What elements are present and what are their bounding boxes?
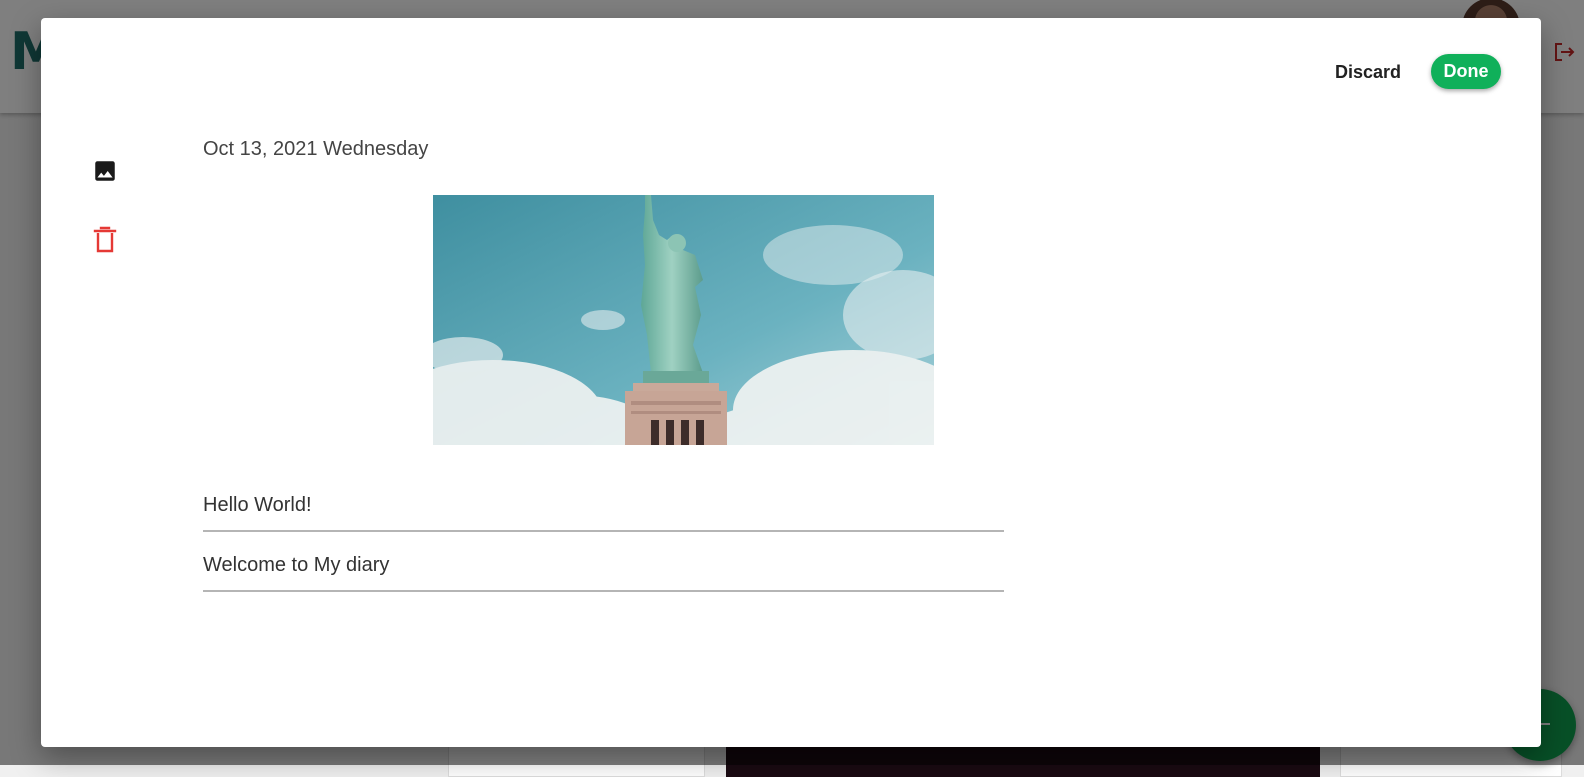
- discard-button[interactable]: Discard: [1331, 60, 1405, 84]
- entry-body-field[interactable]: [203, 542, 1004, 592]
- entry-photo: [433, 195, 934, 445]
- edit-entry-modal: Discard Done Oct 13, 2021 Wednesday: [41, 18, 1541, 747]
- trash-icon: [93, 226, 117, 253]
- entry-title-input[interactable]: [203, 490, 1004, 520]
- delete-entry-button[interactable]: [85, 220, 125, 260]
- entry-body-input[interactable]: [203, 550, 1004, 580]
- image-icon: [95, 161, 115, 181]
- add-image-button[interactable]: [85, 151, 125, 191]
- entry-date: Oct 13, 2021 Wednesday: [203, 138, 429, 160]
- done-button[interactable]: Done: [1431, 54, 1501, 89]
- entry-title-field[interactable]: [203, 482, 1004, 532]
